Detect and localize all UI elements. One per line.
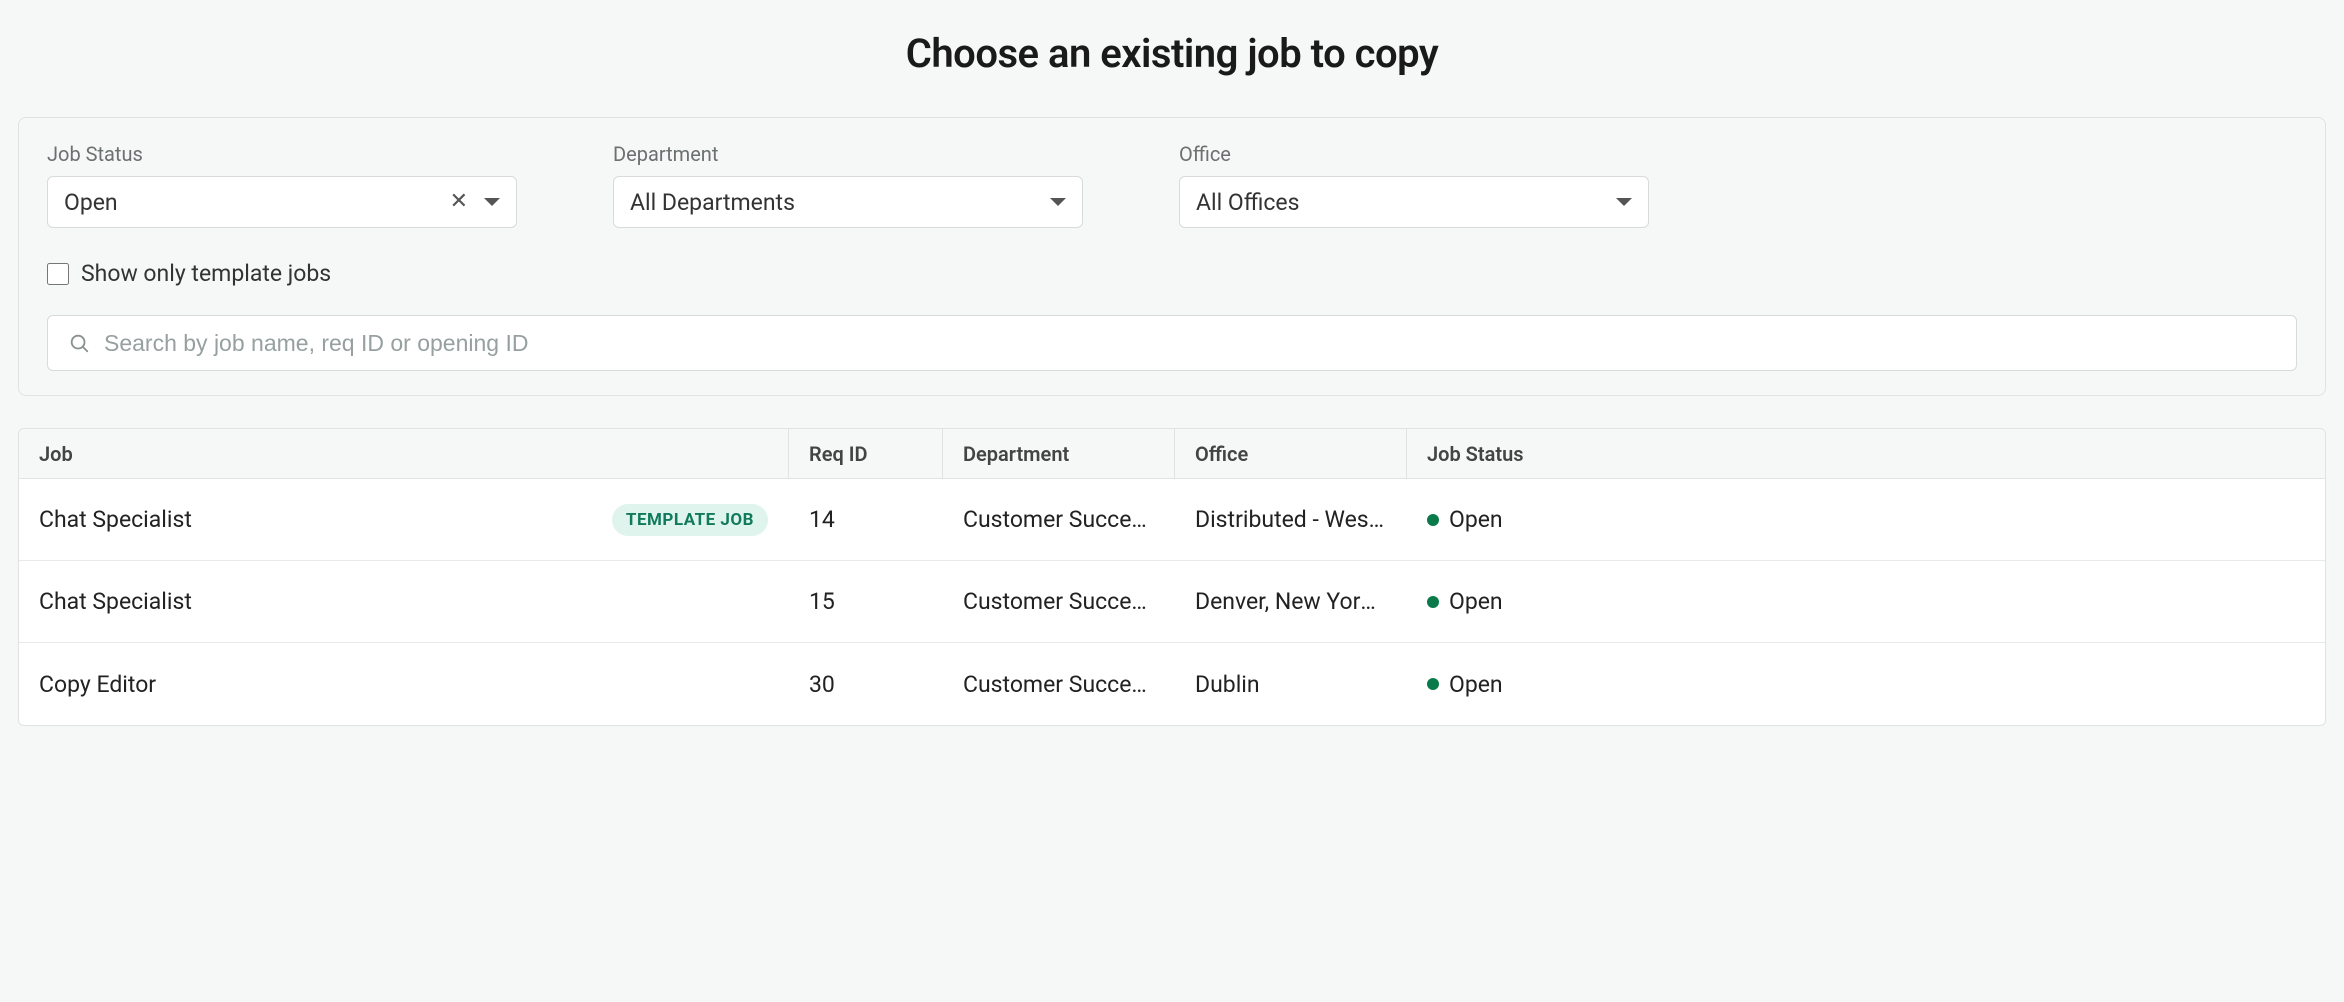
col-header-status: Job Status [1407,429,1541,478]
chevron-down-icon [1616,198,1632,206]
status-dot-icon [1427,678,1439,690]
cell-dept: Customer Success … [943,506,1175,533]
cell-job: Chat Specialist [19,588,789,615]
status-text: Open [1449,588,1503,615]
job-name: Chat Specialist [39,588,768,615]
job-name: Copy Editor [39,671,768,698]
cell-status: Open [1407,588,1541,615]
cell-req: 14 [789,506,943,533]
office-value: All Offices [1196,189,1616,216]
cell-job: Copy Editor [19,671,789,698]
search-icon [67,331,91,355]
department-value: All Departments [630,189,1050,216]
col-header-job: Job [19,429,789,478]
status-text: Open [1449,506,1503,533]
cell-req: 30 [789,671,943,698]
table-header: Job Req ID Department Office Job Status [19,429,2325,479]
filters-panel: Job Status Open ✕ Department All Departm… [18,117,2326,396]
status-text: Open [1449,671,1503,698]
jobs-table: Job Req ID Department Office Job Status … [18,428,2326,726]
cell-req: 15 [789,588,943,615]
template-badge: TEMPLATE JOB [612,504,768,536]
job-name: Chat Specialist [39,506,600,533]
cell-job: Chat Specialist TEMPLATE JOB [19,504,789,536]
clear-icon[interactable]: ✕ [446,191,472,213]
status-dot-icon [1427,596,1439,608]
cell-office: Distributed - West C… [1175,506,1407,533]
status-dot-icon [1427,514,1439,526]
table-body: Chat SpecialistTEMPLATE JOB14Customer Su… [19,479,2325,725]
col-header-office: Office [1175,429,1407,478]
job-status-value: Open [64,189,446,216]
office-select[interactable]: All Offices [1179,176,1649,228]
job-status-select[interactable]: Open ✕ [47,176,517,228]
template-only-label[interactable]: Show only template jobs [81,260,331,287]
page-title: Choose an existing job to copy [18,30,2326,77]
search-wrap [47,315,2297,371]
filter-office-group: Office All Offices [1179,142,1649,228]
filter-job-status-label: Job Status [47,142,517,166]
template-only-checkbox[interactable] [47,263,69,285]
table-row[interactable]: Chat Specialist 15Customer Success …Denve… [19,561,2325,643]
table-row[interactable]: Copy Editor 30Customer Success …Dublin Ope… [19,643,2325,725]
cell-office: Dublin [1175,671,1407,698]
cell-status: Open [1407,506,1541,533]
table-row[interactable]: Chat Specialist TEMPLATE JOB 14Customer Su… [19,479,2325,561]
cell-dept: Customer Success … [943,588,1175,615]
filter-job-status-group: Job Status Open ✕ [47,142,517,228]
filter-department-group: Department All Departments [613,142,1083,228]
filter-department-label: Department [613,142,1083,166]
col-header-req: Req ID [789,429,943,478]
cell-dept: Customer Success … [943,671,1175,698]
col-header-dept: Department [943,429,1175,478]
department-select[interactable]: All Departments [613,176,1083,228]
cell-office: Denver, New York, S… [1175,588,1407,615]
filter-office-label: Office [1179,142,1649,166]
chevron-down-icon [1050,198,1066,206]
cell-status: Open [1407,671,1541,698]
template-only-row: Show only template jobs [47,260,2297,287]
search-input[interactable] [47,315,2297,371]
chevron-down-icon [484,198,500,206]
